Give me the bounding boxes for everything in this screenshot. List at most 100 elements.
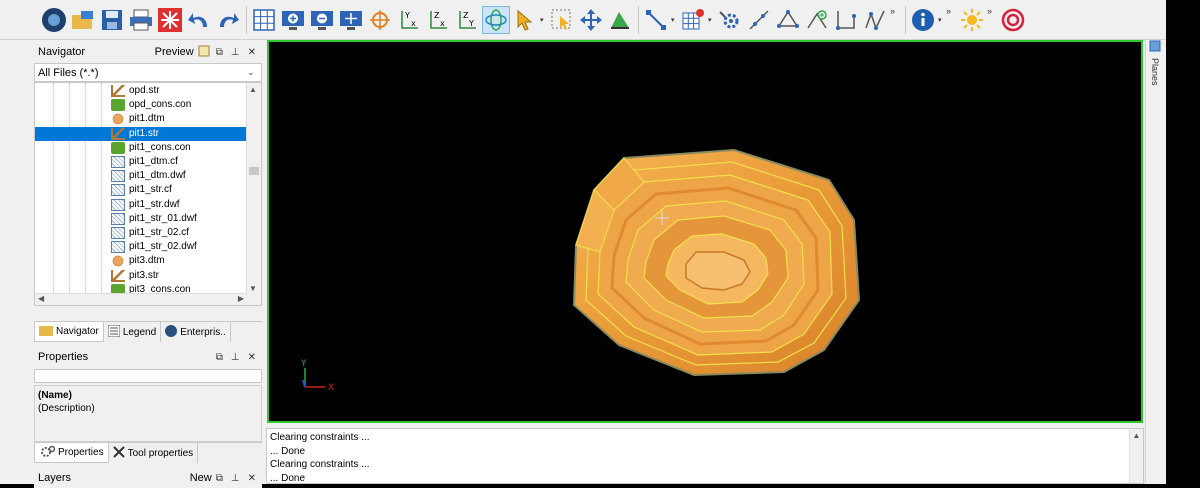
float-icon[interactable]: ⧉ xyxy=(216,352,223,363)
line-tool-icon[interactable] xyxy=(642,6,670,34)
navigator-header: Navigator Preview ⧉ ⊥ ✕ xyxy=(34,42,262,62)
file-tree-item[interactable]: pit1_str_02.cf xyxy=(111,226,193,240)
screen-edge xyxy=(1166,0,1200,484)
file-tree-item-label: pit1.dtm xyxy=(129,113,165,125)
zoom-out-icon[interactable] xyxy=(308,6,336,34)
settings-icon[interactable] xyxy=(716,6,744,34)
svg-text:Y: Y xyxy=(404,11,410,20)
file-tree-item[interactable]: pit1_cons.con xyxy=(111,141,195,155)
close-icon[interactable]: ✕ xyxy=(248,47,256,58)
open-folder-icon[interactable] xyxy=(69,6,97,34)
file-tree-item[interactable]: pit1_dtm.cf xyxy=(111,155,182,169)
pin-icon[interactable]: ⊥ xyxy=(231,473,240,484)
preview-icon[interactable] xyxy=(198,45,210,60)
chevron-down-icon[interactable]: ⌄ xyxy=(247,67,261,78)
file-tree-item[interactable]: opd_cons.con xyxy=(111,98,195,112)
rotate-icon[interactable] xyxy=(482,5,510,34)
file-tree-item[interactable]: pit1_str.dwf xyxy=(111,198,184,212)
file-tree-item[interactable]: pit1_str_01.dwf xyxy=(111,212,201,226)
string-icon[interactable] xyxy=(861,6,889,34)
file-tree-item[interactable]: pit1.str xyxy=(35,126,247,141)
file-tree-item[interactable]: pit1.dtm xyxy=(111,112,169,126)
properties-header: Properties ⧉ ⊥ ✕ xyxy=(34,347,262,367)
app-logo-icon[interactable] xyxy=(40,6,68,34)
view-zy-icon[interactable]: ZY xyxy=(453,6,481,34)
properties-search[interactable] xyxy=(34,369,262,383)
file-filter-select[interactable]: All Files (*.*) ⌄ xyxy=(34,63,262,82)
new-layer-button[interactable]: New xyxy=(190,472,212,484)
scroll-right-icon[interactable]: ▶ xyxy=(238,294,244,303)
select-box-icon[interactable] xyxy=(548,6,576,34)
tab-properties[interactable]: Properties xyxy=(34,443,109,463)
file-tree-scrollbar[interactable]: ▲ ▼ xyxy=(246,83,261,305)
3d-viewport[interactable]: Y X xyxy=(267,40,1143,423)
undo-icon[interactable] xyxy=(185,6,213,34)
pin-icon[interactable]: ⊥ xyxy=(231,47,240,58)
file-tree-item[interactable]: pit3.str xyxy=(111,269,163,283)
file-str-icon xyxy=(111,269,125,282)
file-cf-icon xyxy=(111,212,125,225)
view-yx-icon[interactable]: Yx xyxy=(395,6,423,34)
pin-icon[interactable]: ⊥ xyxy=(231,352,240,363)
close-icon[interactable]: ✕ xyxy=(248,352,256,363)
draw-icon[interactable] xyxy=(745,6,773,34)
output-log[interactable]: Clearing constraints ... ... Done Cleari… xyxy=(266,428,1144,484)
grid-snap-icon[interactable] xyxy=(679,6,707,34)
ramp-icon[interactable] xyxy=(606,6,634,34)
zoom-fit-icon[interactable] xyxy=(337,6,365,34)
navigator-title: Navigator xyxy=(38,46,86,58)
pan-icon[interactable] xyxy=(577,6,605,34)
file-cf-icon xyxy=(111,241,125,254)
tab-legend[interactable]: Legend xyxy=(104,322,162,342)
tab-legend-label: Legend xyxy=(122,326,157,338)
tools-icon xyxy=(112,445,125,461)
file-tree-item[interactable]: opd.str xyxy=(111,84,164,98)
redo-icon[interactable] xyxy=(214,6,242,34)
log-scrollbar[interactable]: ▲ xyxy=(1129,429,1143,483)
axis-y-label: Y xyxy=(300,359,307,369)
log-line: ... Done xyxy=(270,445,306,457)
digitize-icon[interactable] xyxy=(832,6,860,34)
svg-text:Y: Y xyxy=(468,19,474,28)
file-tree-item[interactable]: pit1_str.cf xyxy=(111,183,176,197)
main-toolbar: Yx Zx ZY ▾ ▾ ▾ » ▾ » » xyxy=(0,0,1166,40)
svg-text:x: x xyxy=(411,19,416,28)
scroll-down-icon[interactable]: ▼ xyxy=(249,284,257,293)
scroll-thumb[interactable] xyxy=(249,167,259,175)
preview-label[interactable]: Preview xyxy=(155,46,194,58)
save-icon[interactable] xyxy=(98,6,126,34)
target-icon[interactable] xyxy=(999,6,1027,34)
property-description-label: (Description) xyxy=(38,403,95,414)
scroll-up-icon[interactable]: ▲ xyxy=(249,85,257,94)
float-icon[interactable]: ⧉ xyxy=(216,47,223,58)
sun-icon[interactable] xyxy=(958,6,986,34)
info-icon[interactable] xyxy=(909,6,937,34)
file-tree-hscrollbar[interactable]: ◀ ▶ xyxy=(35,293,247,305)
float-icon[interactable]: ⧉ xyxy=(216,473,223,484)
explode-icon[interactable] xyxy=(156,6,184,34)
scroll-up-icon[interactable]: ▲ xyxy=(1133,431,1141,440)
scroll-left-icon[interactable]: ◀ xyxy=(38,294,44,303)
tab-tool-properties-label: Tool properties xyxy=(127,447,194,459)
log-line: Clearing constraints ... xyxy=(270,459,370,470)
grid-icon[interactable] xyxy=(250,6,278,34)
add-point-icon[interactable] xyxy=(803,6,831,34)
file-tree-item[interactable]: pit1_str_02.dwf xyxy=(111,240,201,254)
polygon-icon[interactable] xyxy=(774,6,802,34)
close-icon[interactable]: ✕ xyxy=(248,473,256,484)
file-tree-item[interactable]: pit3.dtm xyxy=(111,254,169,268)
tab-enterprise[interactable]: Enterpris.. xyxy=(161,322,231,342)
file-tree-item[interactable]: pit1_dtm.dwf xyxy=(111,169,190,183)
crosshair-icon[interactable] xyxy=(366,6,394,34)
properties-tabs: Properties Tool properties xyxy=(34,442,262,463)
select-arrow-icon[interactable] xyxy=(511,6,539,34)
view-zx-icon[interactable]: Zx xyxy=(424,6,452,34)
folder-icon xyxy=(39,324,53,339)
planes-panel-tab[interactable]: Planes xyxy=(1146,40,1164,100)
tab-navigator[interactable]: Navigator xyxy=(34,322,104,342)
file-tree-item-label: opd.str xyxy=(129,85,160,96)
tab-tool-properties[interactable]: Tool properties xyxy=(109,443,199,463)
zoom-in-icon[interactable] xyxy=(279,6,307,34)
print-icon[interactable] xyxy=(127,6,155,34)
pit-model: Y X xyxy=(300,148,861,393)
